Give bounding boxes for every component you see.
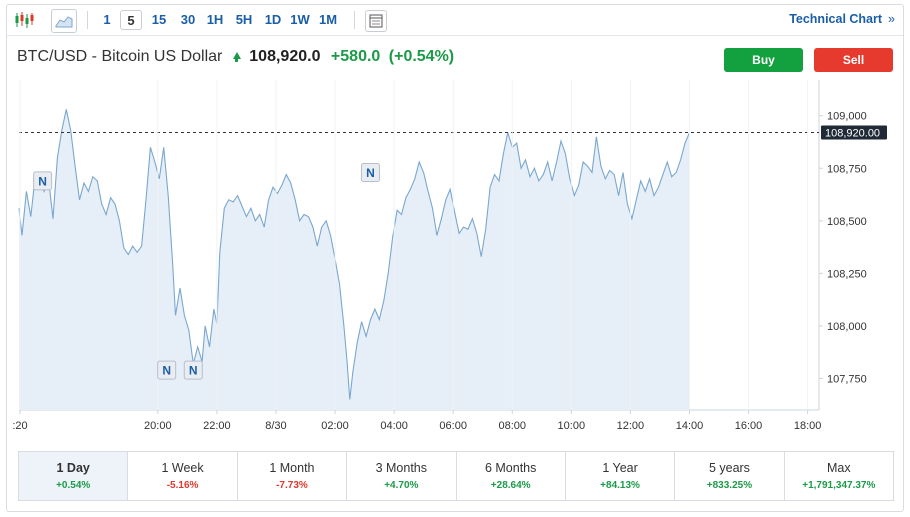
period-max[interactable]: Max +1,791,347.37% bbox=[785, 452, 893, 500]
y-tick-label: 108,250 bbox=[827, 268, 867, 280]
period-change: +28.64% bbox=[490, 480, 531, 491]
y-tick-label: 108,500 bbox=[827, 216, 867, 228]
news-marker-label: N bbox=[366, 166, 375, 180]
period-change: +84.13% bbox=[600, 480, 640, 491]
period-label: 1 Year bbox=[602, 461, 638, 475]
period-5-years[interactable]: 5 years +833.25% bbox=[675, 452, 785, 500]
y-tick-label: 109,000 bbox=[827, 111, 867, 123]
period-label: 3 Months bbox=[375, 461, 428, 475]
period-change: +1,791,347.37% bbox=[802, 480, 876, 491]
period-change: +4.70% bbox=[384, 480, 419, 491]
x-tick-label: 02:00 bbox=[321, 420, 349, 432]
news-marker-label: N bbox=[38, 174, 47, 188]
performance-periods: 1 Day +0.54% 1 Week -5.16% 1 Month -7.73% 3 Mo… bbox=[18, 451, 894, 501]
period-change: +0.54% bbox=[56, 480, 91, 491]
current-price-label: 108,920.00 bbox=[825, 128, 880, 140]
period-change: -7.73% bbox=[276, 480, 308, 491]
x-tick-label: 10:00 bbox=[558, 420, 586, 432]
period-1-day[interactable]: 1 Day +0.54% bbox=[19, 452, 129, 500]
period-label: 1 Month bbox=[269, 461, 315, 475]
period-label: Max bbox=[827, 461, 851, 475]
period-1-week[interactable]: 1 Week -5.16% bbox=[128, 452, 238, 500]
period-3-months[interactable]: 3 Months +4.70% bbox=[347, 452, 457, 500]
y-tick-label: 107,750 bbox=[827, 373, 867, 385]
x-tick-label: 08:00 bbox=[498, 420, 526, 432]
x-tick-label: 16:00 bbox=[735, 420, 763, 432]
period-change: +833.25% bbox=[706, 480, 753, 491]
period-1-year[interactable]: 1 Year +84.13% bbox=[566, 452, 676, 500]
price-chart[interactable]: Investing.com108,920.00109,000108,750108… bbox=[7, 5, 903, 445]
x-tick-label: 14:00 bbox=[676, 420, 704, 432]
period-1-month[interactable]: 1 Month -7.73% bbox=[238, 452, 348, 500]
chart-widget: 1 5 15 30 1H 5H 1D 1W 1M Technical Chart» BTC/US… bbox=[6, 4, 904, 512]
period-label: 6 Months bbox=[484, 461, 537, 475]
x-tick-label: 8/30 bbox=[265, 420, 286, 432]
y-tick-label: 108,750 bbox=[827, 163, 867, 175]
news-marker-label: N bbox=[189, 364, 198, 378]
x-tick-label: 22:00 bbox=[203, 420, 231, 432]
news-marker-label: N bbox=[162, 364, 171, 378]
x-tick-label: 06:00 bbox=[439, 420, 467, 432]
period-6-months[interactable]: 6 Months +28.64% bbox=[457, 452, 566, 500]
period-change: -5.16% bbox=[166, 480, 199, 491]
x-tick-label: 18:00 bbox=[794, 420, 822, 432]
x-tick-label: 12:00 bbox=[617, 420, 645, 432]
period-label: 1 Week bbox=[161, 461, 204, 475]
period-label: 5 years bbox=[708, 461, 750, 475]
period-label: 1 Day bbox=[56, 461, 90, 475]
x-tick-label: :20 bbox=[12, 420, 27, 432]
y-tick-label: 108,000 bbox=[827, 321, 867, 333]
x-tick-label: 20:00 bbox=[144, 420, 172, 432]
x-tick-label: 04:00 bbox=[380, 420, 408, 432]
